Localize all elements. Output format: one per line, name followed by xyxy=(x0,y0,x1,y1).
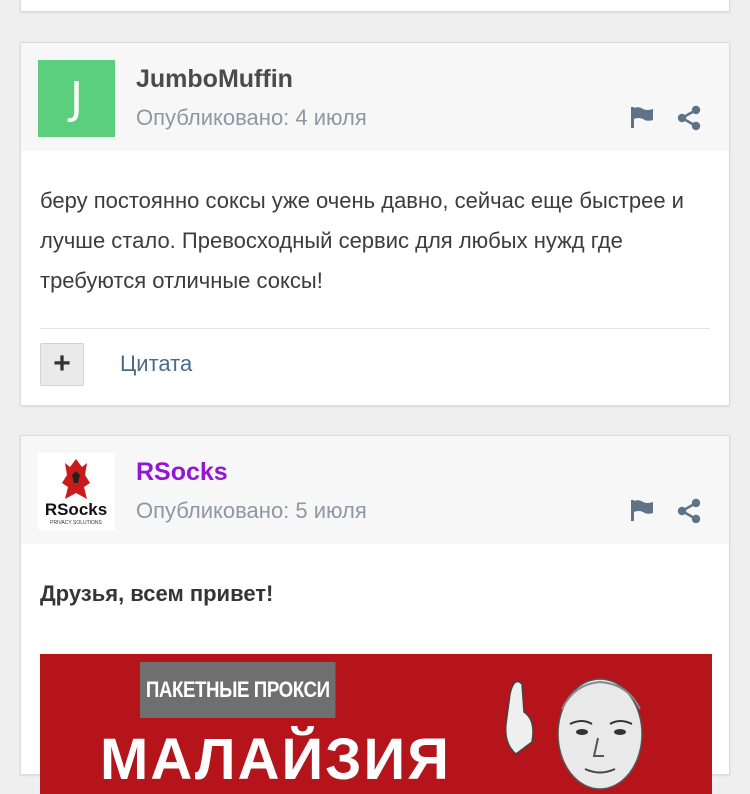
post-card: J JumboMuffin Опубликовано: 4 июля беру … xyxy=(20,42,730,406)
post-header: J JumboMuffin Опубликовано: 4 июля xyxy=(21,43,729,151)
promo-banner[interactable]: ПАКЕТНЫЕ ПРОКСИ МАЛАЙЗИЯ xyxy=(40,654,712,794)
share-icon[interactable] xyxy=(676,105,702,131)
banner-label: ПАКЕТНЫЕ ПРОКСИ xyxy=(140,662,336,718)
post-content: беру постоянно соксы уже очень давно, се… xyxy=(40,188,684,293)
post-date: Опубликовано: 5 июля xyxy=(136,498,367,523)
flag-icon[interactable] xyxy=(629,498,657,522)
author-name[interactable]: JumboMuffin xyxy=(136,65,293,94)
author-name[interactable]: RSocks xyxy=(136,458,228,487)
quote-button[interactable]: Цитата xyxy=(120,351,192,377)
svg-text:RSocks: RSocks xyxy=(45,500,107,519)
rsocks-logo: RSocks PRIVACY SOLUTIONS xyxy=(45,459,107,526)
avatar[interactable]: RSocks PRIVACY SOLUTIONS xyxy=(38,453,115,530)
post-content: Друзья, всем привет! xyxy=(40,581,274,606)
previous-post-card xyxy=(20,0,730,12)
post-date: Опубликовано: 4 июля xyxy=(136,105,367,130)
share-icon[interactable] xyxy=(676,498,702,524)
post-header: RSocks PRIVACY SOLUTIONS RSocks Опублико… xyxy=(21,436,729,544)
banner-photo xyxy=(470,654,670,794)
avatar[interactable]: J xyxy=(38,60,115,137)
multiquote-add-button[interactable]: + xyxy=(40,343,84,386)
flag-icon[interactable] xyxy=(629,105,657,129)
post-card: RSocks PRIVACY SOLUTIONS RSocks Опублико… xyxy=(20,435,730,794)
banner-title: МАЛАЙЗИЯ xyxy=(100,727,451,792)
divider xyxy=(40,328,710,329)
svg-text:PRIVACY SOLUTIONS: PRIVACY SOLUTIONS xyxy=(50,520,102,526)
